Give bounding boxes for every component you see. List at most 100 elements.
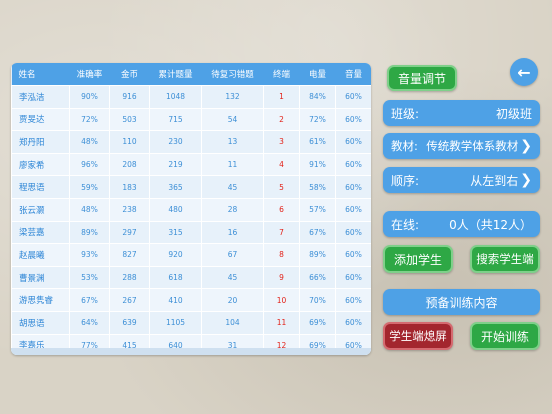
cell-coins: 288 [109, 265, 150, 290]
cell-coins: 267 [109, 288, 150, 312]
cell-name: 李泓洁 [11, 85, 70, 109]
col-header-total-questions: 累计题量 [149, 63, 202, 86]
cell-battery: 70% [299, 288, 336, 312]
cell-review-errors: 16 [201, 220, 264, 245]
arrow-left-icon: ← [517, 62, 531, 82]
cell-accuracy: 53% [69, 265, 110, 290]
cell-terminal: 5 [263, 175, 300, 199]
cell-name: 贾旻达 [11, 107, 70, 132]
order-selector[interactable]: 顺序: 从左到右 ❯ [383, 167, 540, 193]
cell-terminal: 4 [263, 152, 300, 177]
back-button[interactable]: ← [510, 58, 538, 86]
cell-name: 游思隽睿 [11, 288, 70, 312]
cell-review-errors: 28 [201, 197, 264, 222]
client-screen-off-button[interactable]: 学生端熄屏 [383, 322, 453, 350]
cell-name: 张云灏 [11, 197, 70, 222]
cell-accuracy: 64% [69, 310, 110, 335]
cell-terminal: 3 [263, 130, 300, 154]
cell-accuracy: 93% [69, 243, 110, 267]
table-row[interactable]: 胡思语 64% 639 1105 104 11 69% 60% [11, 310, 371, 335]
cell-coins: 639 [109, 310, 150, 335]
col-header-name: 姓名 [11, 63, 70, 86]
cell-battery: 61% [299, 130, 336, 154]
cell-battery: 66% [299, 265, 336, 290]
col-header-battery: 电量 [299, 63, 336, 86]
cell-accuracy: 96% [69, 152, 110, 177]
cell-accuracy: 72% [69, 107, 110, 132]
cell-coins: 110 [109, 130, 150, 154]
cell-terminal: 8 [263, 243, 300, 267]
cell-review-errors: 67 [201, 243, 264, 267]
class-value: 初级班 [495, 106, 532, 121]
cell-accuracy: 67% [69, 288, 110, 312]
class-label: 班级: [391, 106, 420, 121]
table-row[interactable]: 李泓洁 90% 916 1048 132 1 84% 60% [11, 85, 371, 109]
cell-total-questions: 410 [149, 288, 202, 312]
cell-coins: 916 [109, 85, 150, 109]
col-header-coins: 金币 [109, 63, 150, 86]
cell-battery: 89% [299, 243, 336, 267]
volume-adjust-label: 音量调节 [397, 71, 446, 86]
table-row[interactable]: 梁芸嘉 89% 297 315 16 7 67% 60% [11, 220, 371, 245]
online-value: 0人（共12人） [449, 217, 532, 232]
cell-terminal: 1 [263, 85, 300, 109]
cell-name: 廖家希 [11, 152, 70, 177]
client-screen-off-label: 学生端熄屏 [389, 329, 447, 343]
chevron-right-icon: ❯ [520, 138, 532, 154]
table-body: 李泓洁 90% 916 1048 132 1 84% 60% 贾旻达 72% 503 715 54 2 72… [11, 85, 371, 355]
textbook-value: 传统教学体系教材 [426, 139, 519, 153]
cell-coins: 827 [109, 243, 150, 267]
start-training-label: 开始训练 [480, 329, 529, 344]
prepare-training-button[interactable]: 预备训练内容 [383, 289, 540, 315]
class-selector[interactable]: 班级: 初级班 [383, 100, 540, 126]
prepare-training-label: 预备训练内容 [425, 295, 498, 310]
cell-terminal: 2 [263, 107, 300, 132]
cell-battery: 91% [299, 152, 336, 177]
cell-name: 赵晨曦 [11, 243, 70, 267]
cell-volume: 60% [335, 130, 371, 154]
volume-adjust-button[interactable]: 音量调节 [387, 65, 457, 91]
cell-review-errors: 45 [201, 265, 264, 290]
cell-name: 胡思语 [11, 310, 70, 335]
search-client-label: 搜索学生端 [476, 252, 534, 266]
cell-terminal: 10 [263, 288, 300, 312]
table-footer-bar [11, 348, 371, 355]
cell-coins: 238 [109, 197, 150, 222]
textbook-selector[interactable]: 教材: 传统教学体系教材 ❯ [383, 133, 540, 159]
cell-total-questions: 365 [149, 175, 202, 199]
cell-total-questions: 715 [149, 107, 202, 132]
table-row[interactable]: 贾旻达 72% 503 715 54 2 72% 60% [11, 107, 371, 132]
table-row[interactable]: 曹景渊 53% 288 618 45 9 66% 60% [11, 265, 371, 290]
cell-battery: 58% [299, 175, 336, 199]
student-table: 姓名 准确率 金币 累计题量 待复习错题 终端 电量 音量 李泓洁 90% 916 1… [11, 63, 371, 355]
col-header-review-errors: 待复习错题 [201, 63, 264, 86]
table-row[interactable]: 张云灏 48% 238 480 28 6 57% 60% [11, 197, 371, 222]
add-student-button[interactable]: 添加学生 [383, 245, 453, 273]
cell-review-errors: 54 [201, 107, 264, 132]
table-row[interactable]: 廖家希 96% 208 219 11 4 91% 60% [11, 152, 371, 177]
table-row[interactable]: 赵晨曦 93% 827 920 67 8 89% 60% [11, 243, 371, 267]
table-row[interactable]: 游思隽睿 67% 267 410 20 10 70% 60% [11, 288, 371, 312]
cell-volume: 60% [335, 288, 371, 312]
cell-total-questions: 618 [149, 265, 202, 290]
search-client-button[interactable]: 搜索学生端 [470, 245, 540, 273]
cell-name: 梁芸嘉 [11, 220, 70, 245]
cell-accuracy: 48% [69, 130, 110, 154]
cell-name: 程思语 [11, 175, 70, 199]
cell-coins: 297 [109, 220, 150, 245]
start-training-button[interactable]: 开始训练 [470, 322, 540, 350]
chevron-right-icon: ❯ [520, 172, 532, 188]
cell-name: 曹景渊 [11, 265, 70, 290]
cell-name: 郑丹阳 [11, 130, 70, 154]
cell-terminal: 6 [263, 197, 300, 222]
cell-volume: 60% [335, 243, 371, 267]
table-row[interactable]: 郑丹阳 48% 110 230 13 3 61% 60% [11, 130, 371, 154]
cell-total-questions: 230 [149, 130, 202, 154]
cell-battery: 72% [299, 107, 336, 132]
add-student-label: 添加学生 [393, 252, 442, 267]
table-row[interactable]: 程思语 59% 183 365 45 5 58% 60% [11, 175, 371, 199]
cell-coins: 183 [109, 175, 150, 199]
cell-battery: 57% [299, 197, 336, 222]
cell-coins: 208 [109, 152, 150, 177]
cell-total-questions: 1105 [149, 310, 202, 335]
